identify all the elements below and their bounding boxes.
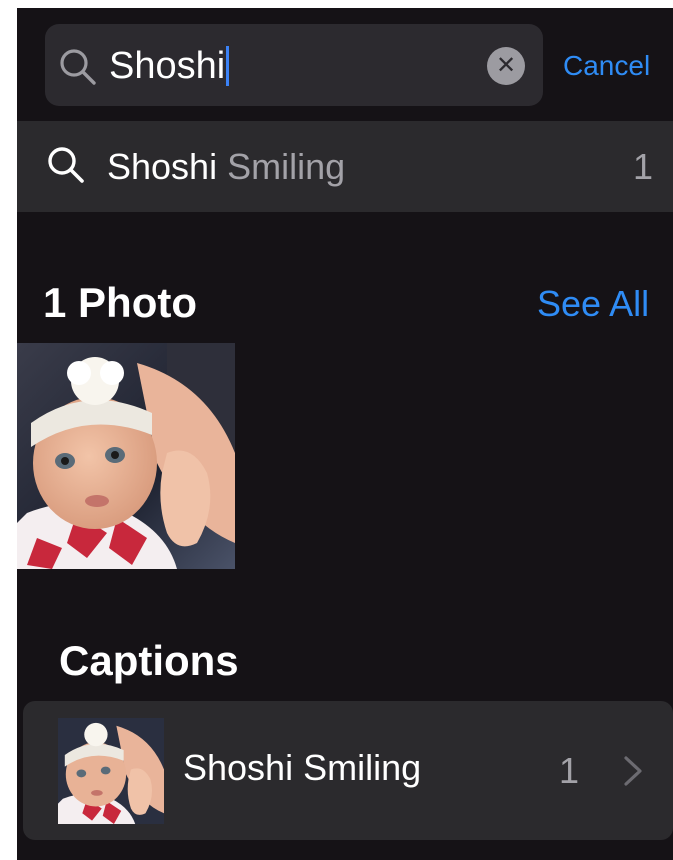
search-input[interactable]: Shoshi	[109, 44, 230, 88]
suggestion-text: Shoshi Smiling	[107, 145, 345, 189]
baby-photo-image	[17, 343, 235, 569]
photos-search-screen: Shoshi ✕ Cancel Shoshi Smiling 1 1 Photo…	[17, 8, 673, 860]
text-cursor	[226, 46, 230, 86]
magnifying-glass-icon	[60, 49, 96, 85]
captions-section-title: Captions	[59, 637, 239, 684]
search-query-text: Shoshi	[109, 45, 226, 87]
search-field[interactable]: Shoshi	[45, 24, 543, 106]
caption-count: 1	[559, 750, 580, 791]
suggestion-rest-text: Smiling	[217, 146, 346, 187]
magnifying-glass-icon	[48, 147, 84, 183]
cancel-button[interactable]: Cancel	[563, 48, 650, 84]
photo-thumbnail[interactable]	[17, 343, 235, 569]
suggestion-match-text: Shoshi	[107, 146, 218, 187]
caption-label: Shoshi Smiling	[183, 747, 422, 788]
chevron-right-icon	[624, 756, 642, 786]
see-all-link[interactable]: See All	[537, 281, 649, 327]
caption-list-item[interactable]: Shoshi Smiling 1	[23, 701, 673, 840]
clear-icon[interactable]: ✕	[487, 47, 525, 85]
suggestion-count: 1	[632, 146, 653, 187]
caption-thumbnail	[58, 718, 164, 824]
baby-photo-image	[58, 718, 164, 824]
search-suggestion-row[interactable]: Shoshi Smiling 1	[17, 121, 673, 212]
photos-section-title: 1 Photo	[43, 279, 197, 326]
